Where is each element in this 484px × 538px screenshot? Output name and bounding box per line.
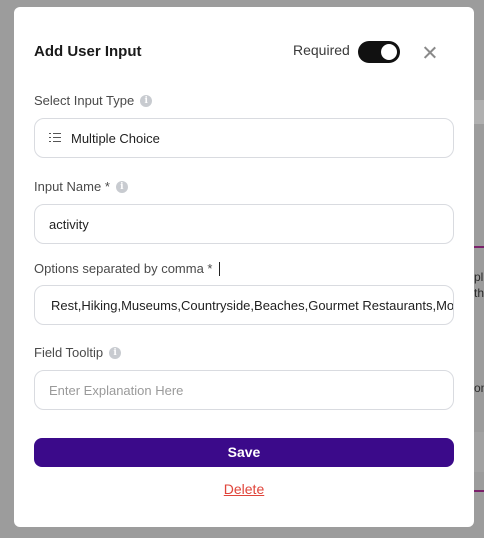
tooltip-placeholder: Enter Explanation Here: [49, 382, 184, 398]
tooltip-label: Field Tooltip: [34, 345, 104, 360]
options-value: Rest,Hiking,Museums,Countryside,Beaches,…: [51, 297, 454, 313]
toggle-knob: [381, 44, 397, 60]
input-name-value: activity: [49, 216, 89, 232]
input-type-value: Multiple Choice: [71, 130, 160, 146]
input-name-field[interactable]: activity: [34, 204, 454, 244]
input-type-label: Select Input Type: [34, 93, 135, 108]
tooltip-field[interactable]: Enter Explanation Here: [34, 370, 454, 410]
required-label: Required: [293, 42, 350, 58]
background-text: the: [474, 286, 484, 300]
list-icon: [49, 133, 61, 143]
info-icon[interactable]: i: [109, 346, 122, 359]
tooltip-label-row: Field Tooltip i: [34, 345, 122, 360]
background-text: on: [474, 381, 484, 395]
background-text: pl: [474, 270, 484, 284]
text-caret: [219, 261, 221, 276]
input-type-label-row: Select Input Type i: [34, 93, 153, 108]
add-user-input-modal: Add User Input Required Select Input Typ…: [14, 7, 474, 527]
input-type-select[interactable]: Multiple Choice: [34, 118, 454, 158]
options-field[interactable]: Rest,Hiking,Museums,Countryside,Beaches,…: [34, 285, 454, 325]
input-name-label-row: Input Name * i: [34, 179, 128, 194]
close-icon[interactable]: [420, 42, 440, 62]
save-button[interactable]: Save: [34, 438, 454, 467]
options-label: Options separated by comma *: [34, 261, 213, 276]
modal-title: Add User Input: [34, 43, 142, 60]
delete-link[interactable]: Delete: [14, 481, 474, 497]
required-toggle[interactable]: [358, 41, 400, 63]
options-label-row: Options separated by comma *: [34, 261, 221, 276]
modal-header: Add User Input Required: [34, 41, 454, 63]
input-name-label: Input Name *: [34, 179, 110, 194]
info-icon[interactable]: i: [140, 94, 153, 107]
info-icon[interactable]: i: [115, 180, 128, 193]
